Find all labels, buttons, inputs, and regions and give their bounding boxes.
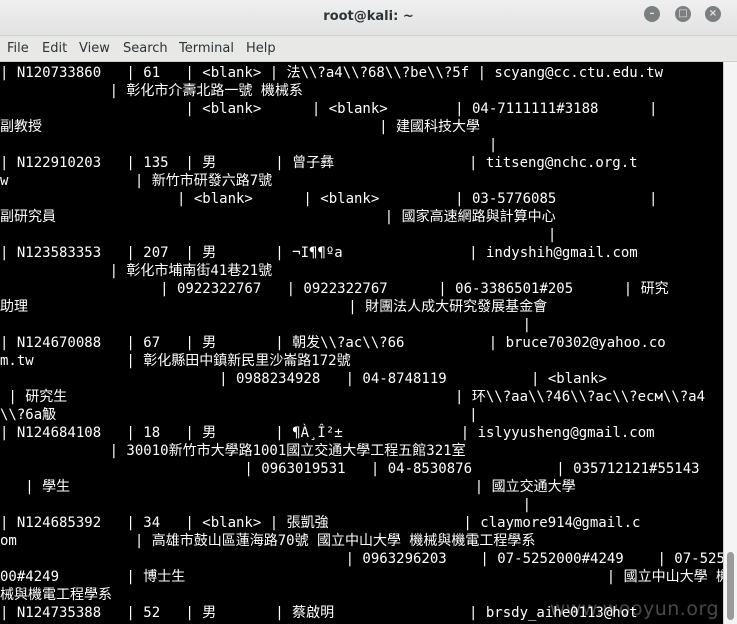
terminal-line: | 彰化市埔南街41巷21號: [0, 263, 273, 279]
terminal-line: | <blank> | <blank> | 04-7111111#3188 |: [0, 101, 658, 117]
terminal-line: |: [0, 137, 498, 153]
terminal-line: w | 新竹市研發六路7號: [0, 173, 273, 189]
terminal-line: | <blank> | <blank> | 03-5776085 |: [0, 191, 658, 207]
menu-help[interactable]: Help: [246, 41, 276, 56]
terminal-line: | 30010新竹市大學路1001國立交通大學工程五館321室: [0, 443, 466, 459]
terminal-output[interactable]: | N120733860 | 61 | <blank> | 法\\?a4\\?6…: [0, 62, 723, 624]
terminal-line: | 彰化市介壽北路一號 機械系: [0, 83, 303, 99]
terminal-line: | 學生 | 國立交通大學: [0, 479, 576, 495]
minimize-icon[interactable]: –: [644, 6, 660, 22]
scrollbar-thumb[interactable]: [727, 552, 734, 620]
menu-file[interactable]: File: [7, 41, 29, 56]
terminal-line: om | 高雄市鼓山區蓮海路70號 國立中山大學 機械與機電工程學系: [0, 533, 536, 549]
menu-edit[interactable]: Edit: [42, 41, 67, 56]
terminal-line: | 0922322767 | 0922322767 | 06-3386501#2…: [0, 281, 669, 297]
menu-search[interactable]: Search: [123, 41, 168, 56]
terminal-line: | N124670088 | 67 | 男 | 朝发\\?ac\\?66 | b…: [0, 335, 666, 351]
terminal-line: | 0963296203 | 07-5252000#4249 | 07-5252…: [0, 551, 723, 567]
terminal-line: 副教授 | 建國科技大學: [0, 119, 481, 135]
close-icon[interactable]: ×: [705, 6, 721, 22]
menu-view[interactable]: View: [79, 41, 110, 56]
terminal-line: | 0963019531 | 04-8530876 | 035712121#55…: [0, 461, 700, 477]
terminal-window: root@kali: ~ – □ × File Edit View Search…: [0, 0, 737, 624]
terminal-line: | N123583353 | 207 | 男 | ¬I¶¶ºa | indysh…: [0, 245, 638, 261]
terminal-line: |: [0, 227, 557, 243]
terminal-line: | N124684108 | 18 | 男 | ¶À¸Î²± | islyyus…: [0, 425, 655, 441]
terminal-line: 械與機電工程學系: [0, 587, 112, 603]
terminal-line: 副研究員 | 國家高速網路與計算中心: [0, 209, 556, 225]
menu-terminal[interactable]: Terminal: [179, 41, 234, 56]
title-bar[interactable]: root@kali: ~ – □ ×: [0, 0, 737, 36]
terminal-line: | N124685392 | 34 | <blank> | 張凱強 | clay…: [0, 515, 641, 531]
terminal-line: | N122910203 | 135 | 男 | 曾子彝 | titseng@n…: [0, 155, 638, 171]
maximize-icon[interactable]: □: [675, 6, 691, 22]
terminal-line: 00#4249 | 博士生 | 國立中山大學 機: [0, 569, 723, 585]
window-title: root@kali: ~: [323, 9, 414, 24]
terminal-line: | 研究生 | 环\\?aa\\?46\\?ac\\?ecм\\?a4: [0, 389, 706, 405]
terminal-line: \\?6a觙 |: [0, 407, 478, 423]
terminal-line: m.tw | 彰化縣田中鎮新民里沙崙路172號: [0, 353, 351, 369]
terminal-line: | 0988234928 | 04-8748119 | <blank>: [0, 371, 607, 387]
menu-bar: File Edit View Search Terminal Help: [0, 36, 737, 62]
terminal-line: |: [0, 317, 532, 333]
terminal-line: |: [0, 497, 532, 513]
vertical-scrollbar[interactable]: [723, 62, 737, 624]
terminal-line: | N124735388 | 52 | 男 | 蔡啟明 | brsdy_aihe…: [0, 605, 638, 621]
terminal-line: 助理 | 財團法人成大研究發展基金會: [0, 299, 548, 315]
terminal-line: | N120733860 | 61 | <blank> | 法\\?a4\\?6…: [0, 65, 664, 81]
